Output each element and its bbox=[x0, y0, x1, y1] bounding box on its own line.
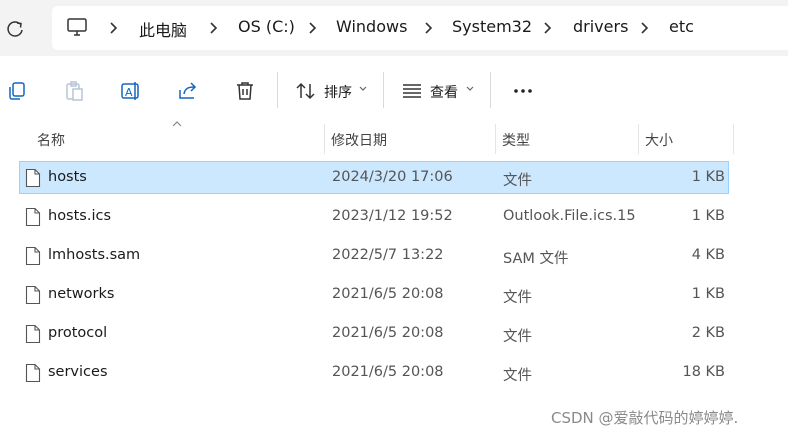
column-divider[interactable] bbox=[733, 124, 734, 154]
toolbar-divider bbox=[490, 72, 491, 108]
refresh-icon[interactable] bbox=[4, 18, 26, 40]
file-modified-date: 2021/6/5 20:08 bbox=[332, 325, 444, 341]
chevron-right-icon[interactable] bbox=[423, 21, 433, 35]
chevron-down-icon[interactable] bbox=[466, 86, 474, 92]
file-type: 文件 bbox=[503, 368, 532, 384]
chevron-right-icon[interactable] bbox=[307, 21, 317, 35]
svg-text:A: A bbox=[125, 86, 133, 99]
chevron-down-icon[interactable] bbox=[359, 86, 367, 92]
toolbar-divider bbox=[277, 72, 278, 108]
column-divider[interactable] bbox=[638, 124, 639, 154]
rename-icon[interactable]: A bbox=[120, 80, 142, 102]
watermark: CSDN @爱敲代码的婷婷婷. bbox=[551, 409, 739, 427]
command-bar bbox=[0, 58, 788, 124]
paste-icon[interactable] bbox=[63, 80, 85, 102]
file-type: SAM 文件 bbox=[503, 251, 569, 267]
file-name: protocol bbox=[48, 325, 108, 341]
chevron-right-icon[interactable] bbox=[108, 21, 118, 35]
file-name: hosts.ics bbox=[48, 208, 112, 224]
file-size: 4 KB bbox=[691, 247, 725, 263]
file-modified-date: 2021/6/5 20:08 bbox=[332, 364, 444, 380]
share-icon[interactable] bbox=[177, 80, 199, 102]
file-size: 1 KB bbox=[691, 208, 725, 224]
file-name: hosts bbox=[48, 169, 87, 185]
chevron-right-icon[interactable] bbox=[639, 21, 649, 35]
sort-ascending-icon bbox=[172, 121, 182, 127]
column-header-size[interactable]: 大小 bbox=[645, 130, 673, 150]
file-modified-date: 2023/1/12 19:52 bbox=[332, 208, 453, 224]
column-header-type[interactable]: 类型 bbox=[502, 130, 530, 150]
file-icon bbox=[25, 207, 41, 227]
breadcrumb-etc[interactable]: etc bbox=[669, 17, 694, 36]
file-modified-date: 2021/6/5 20:08 bbox=[332, 286, 444, 302]
view-list-icon[interactable] bbox=[401, 80, 423, 102]
breadcrumb-drivers[interactable]: drivers bbox=[573, 17, 628, 36]
more-options-icon[interactable] bbox=[512, 80, 534, 102]
sort-button[interactable]: 排序 bbox=[324, 82, 352, 102]
file-name: networks bbox=[48, 286, 115, 302]
file-size: 18 KB bbox=[682, 364, 725, 380]
file-icon bbox=[25, 285, 41, 305]
delete-icon[interactable] bbox=[234, 80, 256, 102]
file-modified-date: 2024/3/20 17:06 bbox=[332, 169, 453, 185]
breadcrumb-drive-c[interactable]: OS (C:) bbox=[238, 17, 295, 36]
file-modified-date: 2022/5/7 13:22 bbox=[332, 247, 444, 263]
copy-icon[interactable] bbox=[6, 80, 28, 102]
file-name: services bbox=[48, 364, 108, 380]
chevron-right-icon[interactable] bbox=[542, 21, 552, 35]
sort-icon[interactable] bbox=[295, 80, 317, 102]
column-divider[interactable] bbox=[495, 124, 496, 154]
view-button[interactable]: 查看 bbox=[430, 82, 458, 102]
file-name: lmhosts.sam bbox=[48, 247, 141, 263]
toolbar-divider bbox=[383, 72, 384, 108]
file-type: 文件 bbox=[503, 329, 532, 345]
file-size: 2 KB bbox=[691, 325, 725, 341]
breadcrumb-this-pc[interactable]: 此电脑 bbox=[139, 17, 187, 41]
file-size: 1 KB bbox=[691, 286, 725, 302]
file-type: 文件 bbox=[503, 173, 532, 189]
breadcrumb-windows[interactable]: Windows bbox=[336, 17, 407, 36]
column-header-date[interactable]: 修改日期 bbox=[331, 130, 387, 150]
this-pc-icon[interactable] bbox=[66, 16, 88, 38]
file-icon bbox=[25, 363, 41, 383]
column-header-name[interactable]: 名称 bbox=[37, 130, 65, 150]
file-size: 1 KB bbox=[691, 169, 725, 185]
chevron-right-icon[interactable] bbox=[208, 21, 218, 35]
file-icon bbox=[25, 246, 41, 266]
file-type: Outlook.File.ics.15 bbox=[503, 208, 636, 224]
file-icon bbox=[25, 324, 41, 344]
column-divider[interactable] bbox=[324, 124, 325, 154]
file-icon bbox=[25, 168, 41, 188]
breadcrumb-system32[interactable]: System32 bbox=[452, 17, 532, 36]
file-type: 文件 bbox=[503, 290, 532, 306]
